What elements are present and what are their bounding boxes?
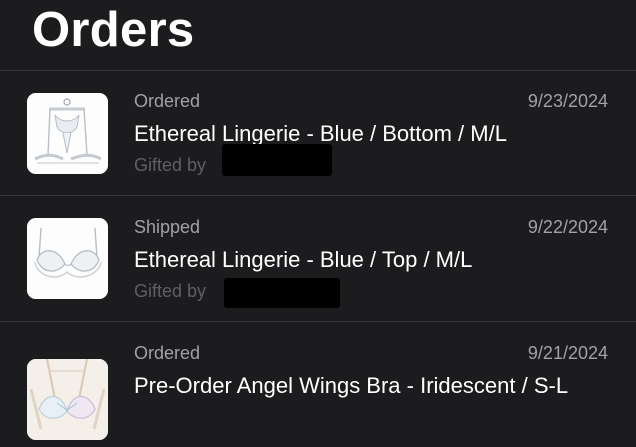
order-date: 9/22/2024 xyxy=(527,217,608,237)
product-name: Ethereal Lingerie - Blue / Bottom / M/L xyxy=(134,121,507,146)
order-row[interactable]: Ordered 9/23/2024 Ethereal Lingerie - Bl… xyxy=(0,71,636,196)
product-thumbnail xyxy=(27,218,108,299)
order-row[interactable]: Shipped 9/22/2024 Ethereal Lingerie - Bl… xyxy=(0,196,636,321)
order-row[interactable]: Ordered 9/21/2024 Pre-Order Angel Wings … xyxy=(0,322,636,447)
lingerie-bottom-image xyxy=(27,93,108,174)
order-status: Shipped xyxy=(134,217,201,237)
order-status: Ordered xyxy=(134,343,201,363)
order-date: 9/21/2024 xyxy=(527,343,608,363)
angel-wings-bra-image xyxy=(27,359,108,440)
page-title: Orders xyxy=(32,3,195,57)
bra-top-image xyxy=(27,218,108,299)
product-thumbnail xyxy=(27,93,108,174)
gifted-by-label: Gifted by xyxy=(134,155,207,175)
product-thumbnail xyxy=(27,359,108,440)
product-name: Pre-Order Angel Wings Bra - Iridescent /… xyxy=(134,373,569,398)
product-name: Ethereal Lingerie - Blue / Top / M/L xyxy=(134,247,473,272)
gifted-by-label: Gifted by xyxy=(134,281,207,301)
order-status: Ordered xyxy=(134,91,201,111)
order-date: 9/23/2024 xyxy=(527,91,608,111)
redacted-gifter-name xyxy=(222,144,332,176)
redacted-gifter-name xyxy=(224,278,340,308)
